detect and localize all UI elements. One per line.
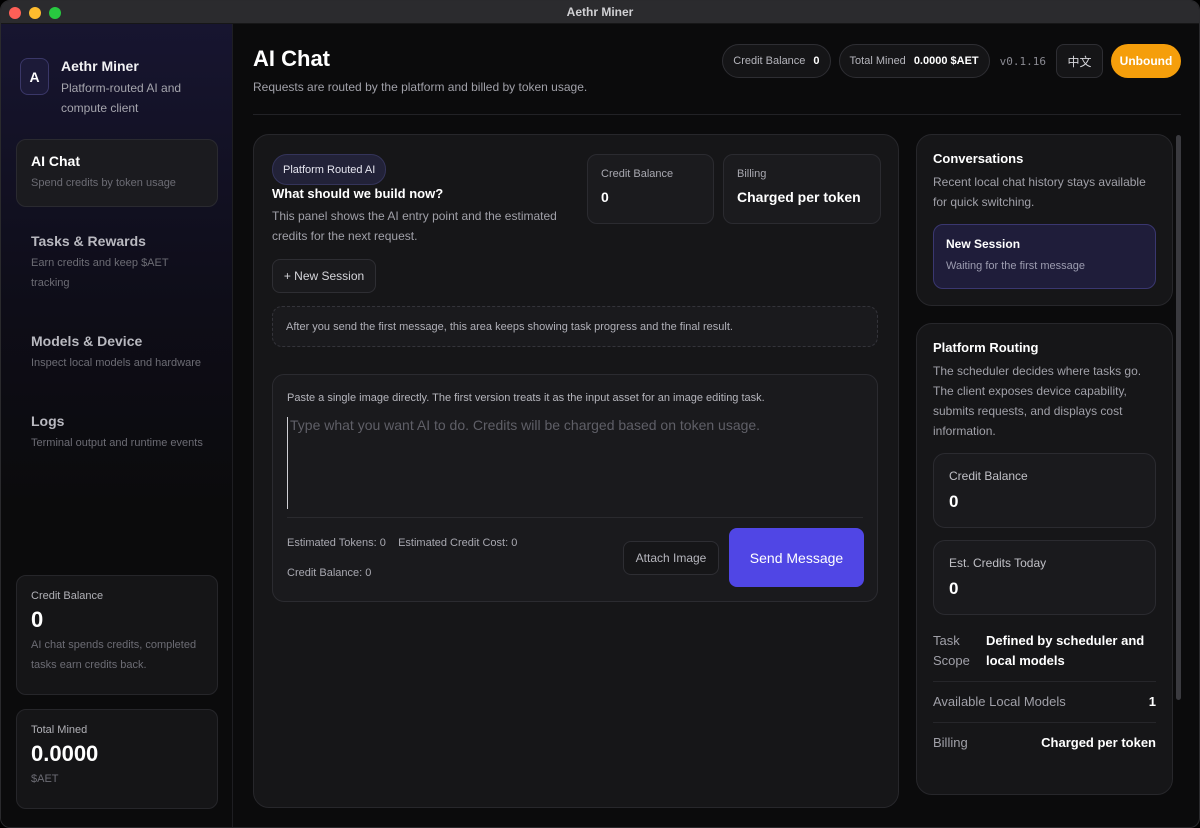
total-mined-label: Total Mined	[31, 724, 88, 736]
sidebar-nav: AI Chat Spend credits by token usage Tas…	[16, 139, 218, 479]
sidebar-item-desc: Earn credits and keep $AET tracking	[31, 257, 169, 289]
page-title: AI Chat	[253, 46, 330, 71]
sidebar-credit-card: Credit Balance 0 AI chat spends credits,…	[16, 575, 218, 695]
credit-balance-pill: Credit Balance 0	[722, 44, 831, 78]
routing-row-value: 1	[1148, 694, 1156, 709]
conversation-status: Waiting for the first message	[946, 260, 1085, 272]
window-controls	[9, 7, 61, 19]
sidebar-mined-card: Total Mined 0.0000 $AET	[16, 709, 218, 809]
attach-image-button[interactable]: Attach Image	[623, 541, 719, 575]
routing-row-local-models: Available Local Models 1	[933, 682, 1156, 723]
routing-est-credits: Est. Credits Today 0	[933, 540, 1156, 615]
total-mined-pill: Total Mined 0.0000 $AET	[838, 44, 990, 78]
mined-pill-value: 0.0000 $AET	[913, 55, 979, 67]
task-progress-area: After you send the first message, this a…	[272, 306, 878, 347]
credit-balance-label: Credit Balance	[31, 590, 104, 602]
routing-title: Platform Routing	[933, 340, 1039, 355]
unbound-button[interactable]: Unbound	[1111, 44, 1181, 78]
credit-pill-value: 0	[813, 55, 820, 67]
composer-divider	[287, 517, 863, 518]
routing-row-key: Task Scope	[933, 633, 970, 668]
credit-balance-value: 0	[31, 607, 44, 632]
maximize-window-button[interactable]	[49, 7, 61, 19]
sidebar-item-ai-chat[interactable]: AI Chat Spend credits by token usage	[16, 139, 218, 207]
prompt-heading: What should we build now?	[272, 186, 444, 201]
total-mined-value: 0.0000	[31, 741, 99, 766]
sidebar-item-title: AI Chat	[31, 153, 80, 169]
conversation-title: New Session	[946, 237, 1021, 251]
sidebar-item-desc: Terminal output and runtime events	[31, 437, 203, 449]
routing-credit-label: Credit Balance	[949, 469, 1028, 483]
routing-row-billing: Billing Charged per token	[933, 723, 1156, 763]
platform-badge: Platform Routed AI	[272, 154, 387, 185]
message-composer: Paste a single image directly. The first…	[272, 374, 878, 602]
routing-row-value: Charged per token	[1041, 735, 1156, 750]
close-window-button[interactable]	[9, 7, 21, 19]
brand-logo: A	[20, 58, 49, 95]
credit-card-label: Credit Balance	[601, 168, 674, 180]
sidebar-item-desc: Inspect local models and hardware	[31, 357, 201, 369]
composer-hint: Paste a single image directly. The first…	[287, 392, 765, 404]
language-button[interactable]: 中文	[1056, 44, 1103, 78]
routing-row-value: Defined by scheduler and local models	[986, 633, 1145, 668]
credit-balance-note: AI chat spends credits, completed tasks …	[31, 639, 197, 671]
sidebar-item-models-device[interactable]: Models & Device Inspect local models and…	[16, 319, 218, 387]
estimated-tokens: Estimated Tokens: 0	[287, 537, 386, 549]
total-mined-unit: $AET	[31, 773, 59, 785]
sidebar-item-title: Tasks & Rewards	[31, 233, 146, 249]
right-column-scrollbar[interactable]	[1176, 135, 1181, 700]
routing-credit-balance: Credit Balance 0	[933, 453, 1156, 528]
conversations-card: Conversations Recent local chat history …	[916, 134, 1173, 306]
header-actions: Credit Balance 0 Total Mined 0.0000 $AET…	[722, 44, 1181, 78]
mined-pill-label: Total Mined	[849, 55, 906, 67]
billing-card-label: Billing	[737, 168, 767, 180]
sidebar-item-tasks-rewards[interactable]: Tasks & Rewards Earn credits and keep $A…	[16, 219, 218, 307]
routing-details: Task Scope Defined by scheduler and loca…	[933, 621, 1156, 763]
app-window: Aethr Miner A Aethr Miner Platform-route…	[0, 0, 1200, 828]
brand: A Aethr Miner Platform-routed AI and com…	[20, 58, 201, 118]
billing-card: Billing Charged per token	[723, 154, 881, 224]
sidebar-item-logs[interactable]: Logs Terminal output and runtime events	[16, 399, 218, 467]
conversations-title: Conversations	[933, 151, 1024, 166]
routing-row-task-scope: Task Scope Defined by scheduler and loca…	[933, 621, 1156, 682]
platform-routing-card: Platform Routing The scheduler decides w…	[916, 323, 1173, 795]
brand-subtitle: Platform-routed AI and compute client	[61, 81, 182, 115]
chat-panel: Platform Routed AI What should we build …	[253, 134, 899, 808]
sidebar: A Aethr Miner Platform-routed AI and com…	[1, 24, 233, 827]
send-message-button[interactable]: Send Message	[729, 528, 864, 587]
conversation-item[interactable]: New Session Waiting for the first messag…	[933, 224, 1156, 289]
sidebar-item-title: Logs	[31, 413, 65, 429]
page-subtitle: Requests are routed by the platform and …	[253, 80, 588, 94]
credit-card-value: 0	[601, 189, 609, 205]
sidebar-item-desc: Spend credits by token usage	[31, 177, 176, 189]
routing-row-key: Available Local Models	[933, 694, 1066, 709]
sidebar-item-title: Models & Device	[31, 333, 143, 349]
est-credits-value: 0	[949, 579, 959, 598]
routing-subtitle: The scheduler decides where tasks go. Th…	[933, 364, 1142, 438]
window-title: Aethr Miner	[566, 5, 634, 19]
credit-balance-card: Credit Balance 0	[587, 154, 714, 224]
routing-credit-value: 0	[949, 492, 959, 511]
title-bar: Aethr Miner	[1, 1, 1199, 24]
composer-credit-balance: Credit Balance: 0	[287, 567, 372, 579]
new-session-button[interactable]: + New Session	[272, 259, 376, 293]
version-label: v0.1.16	[999, 54, 1046, 68]
credit-pill-label: Credit Balance	[733, 55, 806, 67]
prompt-description: This panel shows the AI entry point and …	[272, 209, 557, 243]
estimate-line: Estimated Tokens: 0 Estimated Credit Cos…	[287, 537, 517, 549]
billing-card-value: Charged per token	[737, 189, 861, 205]
page-header: AI Chat Requests are routed by the platf…	[253, 24, 1181, 115]
message-input[interactable]	[287, 417, 863, 509]
conversations-subtitle: Recent local chat history stays availabl…	[933, 175, 1146, 209]
minimize-window-button[interactable]	[29, 7, 41, 19]
estimated-credit-cost: Estimated Credit Cost: 0	[398, 537, 518, 549]
brand-name: Aethr Miner	[61, 58, 139, 74]
routing-row-key: Billing	[933, 735, 968, 750]
est-credits-label: Est. Credits Today	[949, 556, 1047, 570]
